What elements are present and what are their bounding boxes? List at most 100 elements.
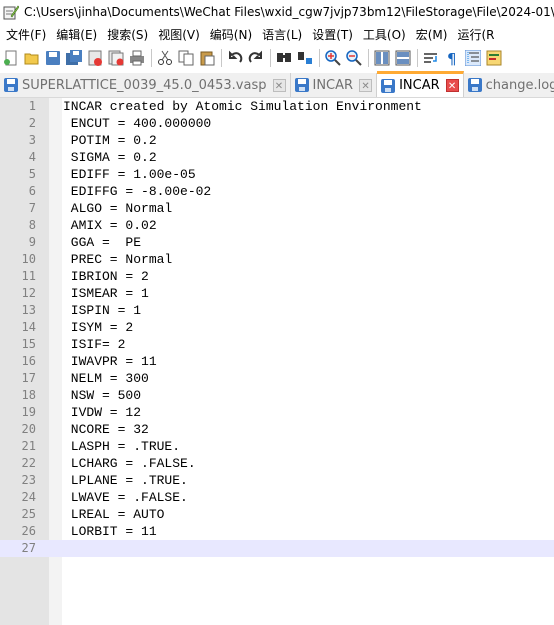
save-icon[interactable] <box>45 50 61 66</box>
tab-close-icon[interactable]: ✕ <box>272 78 286 92</box>
toolbar-separator <box>270 49 271 67</box>
code-line[interactable]: 19 IVDW = 12 <box>0 404 554 421</box>
tab-1[interactable]: INCAR ✕ <box>290 73 378 97</box>
cut-icon[interactable] <box>157 50 173 66</box>
menu-item-7[interactable]: 工具(O) <box>359 24 410 46</box>
code-line[interactable]: 14 ISYM = 2 <box>0 319 554 336</box>
close-icon[interactable] <box>87 50 103 66</box>
line-text: NCORE = 32 <box>63 422 149 437</box>
code-line[interactable]: 11 IBRION = 2 <box>0 268 554 285</box>
svg-text:¶: ¶ <box>447 50 457 66</box>
editor-area[interactable]: 1 INCAR created by Atomic Simulation Envi… <box>0 98 554 625</box>
line-number: 15 <box>21 337 36 351</box>
line-text: LORBIT = 11 <box>63 524 157 539</box>
menu-item-0[interactable]: 文件(F) <box>2 24 50 46</box>
tab-close-icon[interactable]: ✕ <box>445 79 459 92</box>
tab-close-icon[interactable]: ✕ <box>359 78 373 92</box>
line-text: LCHARG = .FALSE. <box>63 456 196 471</box>
undo-icon[interactable] <box>227 50 243 66</box>
zoom-in-icon[interactable] <box>325 50 341 66</box>
tab-label: INCAR <box>399 78 440 93</box>
code-line[interactable]: 20 NCORE = 32 <box>0 421 554 438</box>
open-file-icon[interactable] <box>24 50 40 66</box>
menu-item-9[interactable]: 运行(R <box>453 24 498 46</box>
code-line[interactable]: 8 AMIX = 0.02 <box>0 217 554 234</box>
line-number: 12 <box>21 286 36 300</box>
code-line[interactable]: 22 LCHARG = .FALSE. <box>0 455 554 472</box>
code-line[interactable]: 18 NSW = 500 <box>0 387 554 404</box>
code-line[interactable]: 9 GGA = PE <box>0 234 554 251</box>
toolbar-separator <box>319 49 320 67</box>
tab-label: INCAR <box>312 77 354 93</box>
find-icon[interactable] <box>276 50 292 66</box>
code-line[interactable]: 25 LREAL = AUTO <box>0 506 554 523</box>
code-line[interactable]: 15 ISIF= 2 <box>0 336 554 353</box>
line-number: 22 <box>21 456 36 470</box>
print-icon[interactable] <box>129 50 145 66</box>
line-number: 26 <box>21 524 36 538</box>
file-saved-icon <box>467 77 483 93</box>
menu-item-3[interactable]: 视图(V) <box>154 24 204 46</box>
notepad-plus-plus-icon <box>3 4 20 20</box>
window-title: C:\Users\jinha\Documents\WeChat Files\wx… <box>24 5 554 19</box>
indent-guide-icon[interactable] <box>464 49 482 67</box>
show-all-chars-icon[interactable]: ¶ <box>444 50 460 68</box>
file-saved-icon <box>380 78 396 94</box>
replace-icon[interactable] <box>297 50 313 66</box>
toolbar: ¶ <box>0 46 554 70</box>
line-number: 13 <box>21 303 36 317</box>
line-number: 24 <box>21 490 36 504</box>
code-line[interactable]: 21 LASPH = .TRUE. <box>0 438 554 455</box>
sync-horizontal-icon[interactable] <box>395 50 411 66</box>
word-wrap-icon[interactable] <box>423 50 439 66</box>
code-line[interactable]: 6 EDIFFG = -8.00e-02 <box>0 183 554 200</box>
menu-item-4[interactable]: 编码(N) <box>206 24 256 46</box>
zoom-out-icon[interactable] <box>346 50 362 66</box>
line-number: 10 <box>21 252 36 266</box>
tab-0[interactable]: SUPERLATTICE_0039_45.0_0453.vasp ✕ <box>0 73 291 97</box>
line-text: AMIX = 0.02 <box>63 218 157 233</box>
line-number: 25 <box>21 507 36 521</box>
code-line[interactable]: 13 ISPIN = 1 <box>0 302 554 319</box>
menu-item-6[interactable]: 设置(T) <box>308 24 357 46</box>
menu-item-1[interactable]: 编辑(E) <box>52 24 101 46</box>
code-line[interactable]: 3 POTIM = 0.2 <box>0 132 554 149</box>
code-lines[interactable]: 1 INCAR created by Atomic Simulation Envi… <box>0 98 554 557</box>
line-text: ISIF= 2 <box>63 337 126 352</box>
close-all-icon[interactable] <box>108 50 124 66</box>
menu-item-2[interactable]: 搜索(S) <box>103 24 152 46</box>
line-text: ENCUT = 400.000000 <box>63 116 212 131</box>
tab-3[interactable]: change.log <box>463 73 554 97</box>
tab-2[interactable]: INCAR ✕ <box>377 71 464 97</box>
code-line[interactable]: 5 EDIFF = 1.00e-05 <box>0 166 554 183</box>
code-line[interactable]: 2 ENCUT = 400.000000 <box>0 115 554 132</box>
code-line[interactable]: 23 LPLANE = .TRUE. <box>0 472 554 489</box>
line-number: 20 <box>21 422 36 436</box>
code-line[interactable]: 27 <box>0 540 554 557</box>
menu-item-8[interactable]: 宏(M) <box>412 24 452 46</box>
menu-item-5[interactable]: 语言(L) <box>258 24 306 46</box>
sync-vertical-icon[interactable] <box>374 50 390 66</box>
toolbar-separator <box>368 49 369 67</box>
code-line[interactable]: 1 INCAR created by Atomic Simulation Envi… <box>0 98 554 115</box>
code-line[interactable]: 10 PREC = Normal <box>0 251 554 268</box>
line-text: EDIFFG = -8.00e-02 <box>63 184 212 199</box>
code-line[interactable]: 4 SIGMA = 0.2 <box>0 149 554 166</box>
save-all-icon[interactable] <box>66 50 82 66</box>
code-line[interactable]: 26 LORBIT = 11 <box>0 523 554 540</box>
line-text: LASPH = .TRUE. <box>63 439 181 454</box>
user-lang-icon[interactable] <box>486 50 502 66</box>
new-file-icon[interactable] <box>3 50 19 66</box>
redo-icon[interactable] <box>248 50 264 66</box>
code-line[interactable]: 12 ISMEAR = 1 <box>0 285 554 302</box>
code-line[interactable]: 16 IWAVPR = 11 <box>0 353 554 370</box>
copy-icon[interactable] <box>178 50 194 66</box>
line-text: IBRION = 2 <box>63 269 149 284</box>
line-text: ISPIN = 1 <box>63 303 142 318</box>
line-text: EDIFF = 1.00e-05 <box>63 167 196 182</box>
code-line[interactable]: 7 ALGO = Normal <box>0 200 554 217</box>
code-line[interactable]: 17 NELM = 300 <box>0 370 554 387</box>
code-line[interactable]: 24 LWAVE = .FALSE. <box>0 489 554 506</box>
line-number: 17 <box>21 371 36 385</box>
paste-icon[interactable] <box>199 50 215 66</box>
